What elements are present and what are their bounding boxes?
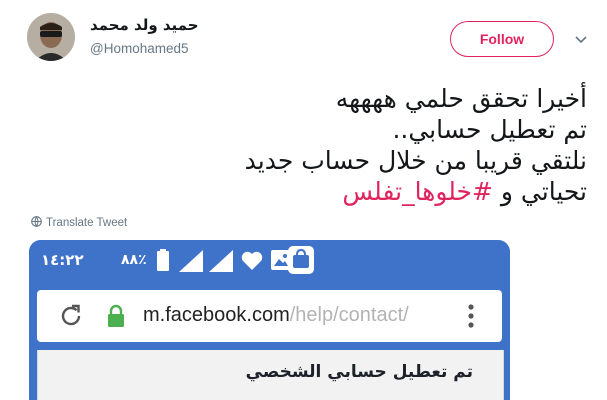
page-content: تم تعطيل حسابي الشخصي xyxy=(37,350,504,400)
url-text[interactable]: m.facebook.com/help/contact/ xyxy=(143,304,449,327)
translate-label: Translate Tweet xyxy=(46,217,128,229)
url-domain: m.facebook.com xyxy=(143,304,290,326)
tweet-line-prefix: تحياتي و xyxy=(492,177,587,206)
battery-percent: ٨٨٪ xyxy=(121,252,147,268)
follow-button[interactable]: Follow xyxy=(450,21,554,57)
tweet-text: أخيرا تحقق حلمي ههههه تم تعطيل حسابي.. ن… xyxy=(67,83,587,207)
heart-icon xyxy=(241,251,263,275)
more-options-icon[interactable] xyxy=(467,304,475,332)
tweet-line: تم تعطيل حسابي.. xyxy=(392,115,587,144)
page-heading: تم تعطيل حسابي الشخصي xyxy=(245,362,473,382)
globe-icon xyxy=(31,216,42,230)
lock-icon xyxy=(107,304,125,332)
translate-tweet-link[interactable]: Translate Tweet xyxy=(31,216,127,230)
address-bar[interactable]: m.facebook.com/help/contact/ xyxy=(37,290,502,342)
user-handle[interactable]: @Homohamed5 xyxy=(90,41,189,56)
display-name[interactable]: حميد ولد محمد xyxy=(90,16,199,34)
signal-icon xyxy=(209,250,233,276)
tweet-media-image[interactable]: ١٤:٢٢ ٨٨٪ m.facebook.com/help/contact/ ت… xyxy=(29,240,510,400)
browser-chrome: m.facebook.com/help/contact/ تم تعطيل حس… xyxy=(29,282,510,400)
chevron-down-icon[interactable] xyxy=(572,30,590,48)
phone-status-bar: ١٤:٢٢ ٨٨٪ xyxy=(29,240,510,282)
app-store-icon xyxy=(288,246,314,278)
battery-icon xyxy=(157,249,169,275)
avatar[interactable] xyxy=(27,13,75,61)
hashtag-link[interactable]: #خلوها_تفلس xyxy=(342,177,493,206)
tweet-line: تحياتي و #خلوها_تفلس xyxy=(67,176,587,207)
reload-icon[interactable] xyxy=(57,302,85,334)
tweet-line: أخيرا تحقق حلمي ههههه xyxy=(335,84,587,113)
url-path: /help/contact/ xyxy=(289,304,409,326)
status-time: ١٤:٢٢ xyxy=(41,251,84,269)
signal-icon xyxy=(179,250,203,276)
tweet-line: نلتقي قريبا من خلال حساب جديد xyxy=(244,146,587,175)
